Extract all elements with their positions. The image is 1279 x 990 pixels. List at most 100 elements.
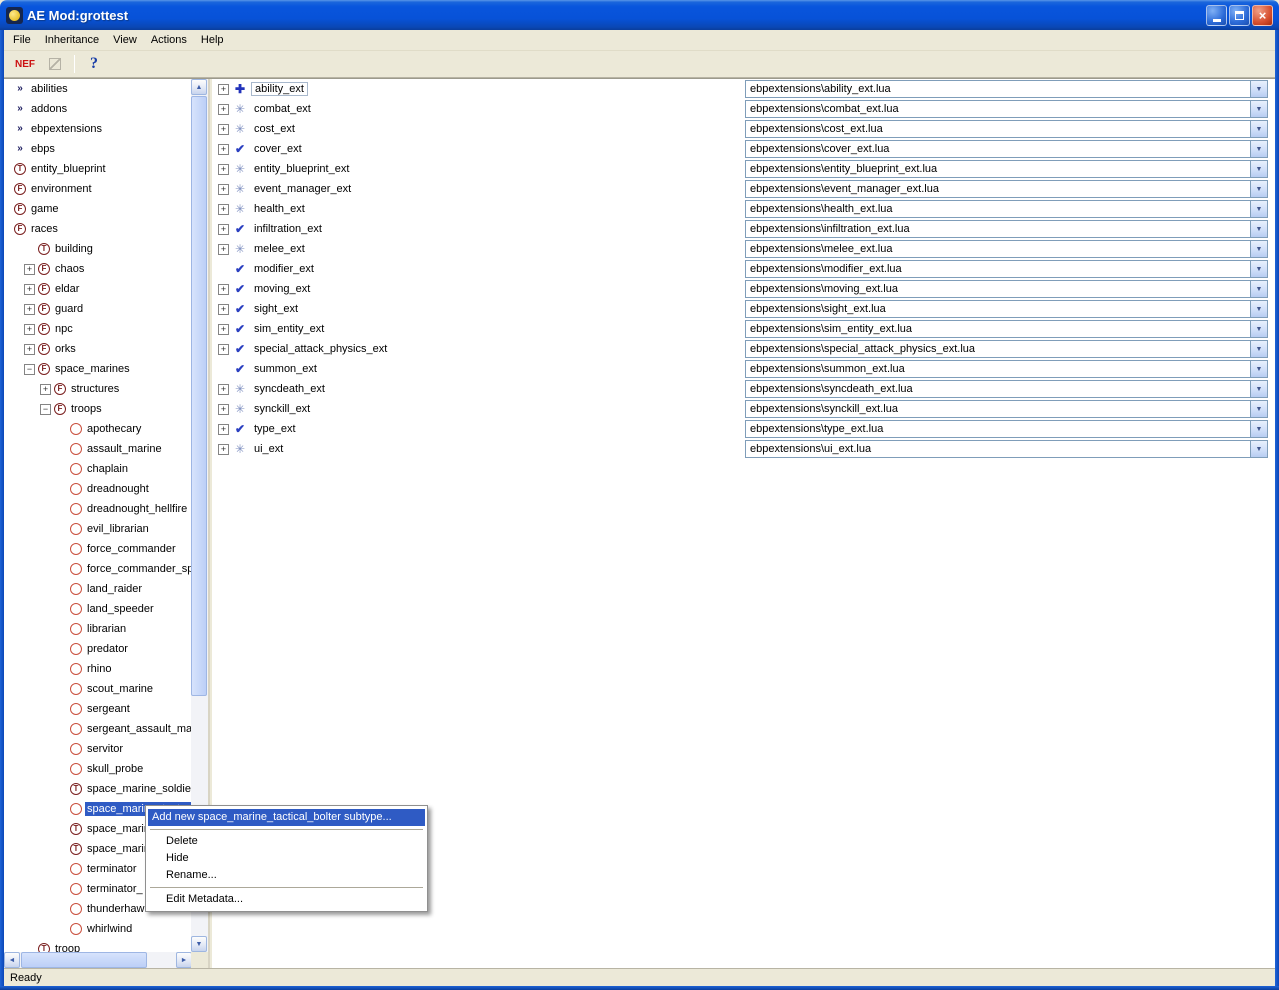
expand-toggle-icon[interactable]: + <box>218 303 229 315</box>
extension-name[interactable]: health_ext <box>251 203 308 215</box>
tree-item-predator[interactable]: predator <box>4 639 191 659</box>
tree-item-rhino[interactable]: rhino <box>4 659 191 679</box>
expand-toggle-icon[interactable]: + <box>218 223 229 235</box>
extension-name[interactable]: ability_ext <box>251 82 308 96</box>
extension-file-combo[interactable]: ebpextensions\modifier_ext.lua ▼ <box>745 260 1268 278</box>
tree-item-races[interactable]: Fraces <box>4 219 191 239</box>
tree-item-environment[interactable]: Fenvironment <box>4 179 191 199</box>
extension-name[interactable]: moving_ext <box>251 283 313 295</box>
tree-item-apothecary[interactable]: apothecary <box>4 419 191 439</box>
menu-view[interactable]: View <box>106 30 144 50</box>
extension-name[interactable]: cost_ext <box>251 123 298 135</box>
expand-toggle-icon[interactable]: + <box>218 423 229 435</box>
expand-toggle-icon[interactable]: + <box>24 343 35 355</box>
tree-item-land-raider[interactable]: land_raider <box>4 579 191 599</box>
expand-toggle-icon[interactable]: + <box>218 163 229 175</box>
extension-file-combo[interactable]: ebpextensions\entity_blueprint_ext.lua ▼ <box>745 160 1268 178</box>
expand-toggle-icon[interactable]: + <box>40 383 51 395</box>
chevron-down-icon[interactable]: ▼ <box>1250 101 1267 117</box>
maximize-button[interactable] <box>1229 4 1250 26</box>
tree-item-npc[interactable]: + Fnpc <box>4 319 191 339</box>
vertical-scroll-thumb[interactable] <box>191 96 207 696</box>
extension-name[interactable]: syncdeath_ext <box>251 383 328 395</box>
extension-file-combo[interactable]: ebpextensions\special_attack_physics_ext… <box>745 340 1268 358</box>
expand-toggle-icon[interactable]: + <box>24 323 35 335</box>
title-bar[interactable]: AE Mod:grottest × <box>0 0 1279 30</box>
tree-item-space-marines[interactable]: − Fspace_marines <box>4 359 191 379</box>
expand-toggle-icon[interactable]: + <box>218 143 229 155</box>
extension-file-combo[interactable]: ebpextensions\sight_ext.lua ▼ <box>745 300 1268 318</box>
expand-toggle-icon[interactable]: + <box>218 183 229 195</box>
tree-item-entity-blueprint[interactable]: Tentity_blueprint <box>4 159 191 179</box>
extension-name[interactable]: entity_blueprint_ext <box>251 163 352 175</box>
tree-item-orks[interactable]: + Forks <box>4 339 191 359</box>
context-menu-item-add-new-space-marine-tactical-bolter-sub[interactable]: Add new space_marine_tactical_bolter sub… <box>148 809 425 826</box>
chevron-down-icon[interactable]: ▼ <box>1250 201 1267 217</box>
extension-name[interactable]: modifier_ext <box>251 263 317 275</box>
expand-toggle-icon[interactable]: + <box>218 343 229 355</box>
chevron-down-icon[interactable]: ▼ <box>1250 401 1267 417</box>
expand-toggle-icon[interactable]: + <box>218 203 229 215</box>
chevron-down-icon[interactable]: ▼ <box>1250 341 1267 357</box>
chevron-down-icon[interactable]: ▼ <box>1250 81 1267 97</box>
expand-toggle-icon[interactable]: + <box>218 323 229 335</box>
tree-item-evil-librarian[interactable]: evil_librarian <box>4 519 191 539</box>
extension-file-combo[interactable]: ebpextensions\melee_ext.lua ▼ <box>745 240 1268 258</box>
tree-item-ebps[interactable]: » ebps <box>4 139 191 159</box>
expand-toggle-icon[interactable]: + <box>218 383 229 395</box>
expand-toggle-icon[interactable]: + <box>218 283 229 295</box>
context-menu-item-delete[interactable]: Delete <box>148 833 425 850</box>
menu-help[interactable]: Help <box>194 30 231 50</box>
tree-item-troops[interactable]: − Ftroops <box>4 399 191 419</box>
chevron-down-icon[interactable]: ▼ <box>1250 141 1267 157</box>
chevron-down-icon[interactable]: ▼ <box>1250 181 1267 197</box>
tree-item-land-speeder[interactable]: land_speeder <box>4 599 191 619</box>
tree-item-dreadnought-hellfire[interactable]: dreadnought_hellfire <box>4 499 191 519</box>
extension-file-combo[interactable]: ebpextensions\syncdeath_ext.lua ▼ <box>745 380 1268 398</box>
expand-toggle-icon[interactable]: + <box>218 243 229 255</box>
scroll-right-icon[interactable]: ► <box>176 952 192 968</box>
tree-horizontal-scrollbar[interactable]: ◄ ► <box>4 952 192 968</box>
extension-name[interactable]: summon_ext <box>251 363 320 375</box>
extension-name[interactable]: cover_ext <box>251 143 305 155</box>
menu-actions[interactable]: Actions <box>144 30 194 50</box>
tree-item-ebpextensions[interactable]: » ebpextensions <box>4 119 191 139</box>
tree-item-chaos[interactable]: + Fchaos <box>4 259 191 279</box>
extension-name[interactable]: sight_ext <box>251 303 301 315</box>
expand-toggle-icon[interactable]: + <box>218 123 229 135</box>
horizontal-scroll-thumb[interactable] <box>21 952 147 968</box>
tree-item-scout-marine[interactable]: scout_marine <box>4 679 191 699</box>
chevron-down-icon[interactable]: ▼ <box>1250 221 1267 237</box>
expand-toggle-icon[interactable]: + <box>24 283 35 295</box>
tree-item-abilities[interactable]: » abilities <box>4 79 191 99</box>
context-menu-item-hide[interactable]: Hide <box>148 850 425 867</box>
extension-name[interactable]: combat_ext <box>251 103 314 115</box>
extension-name[interactable]: event_manager_ext <box>251 183 354 195</box>
close-button[interactable]: × <box>1252 4 1273 26</box>
tree-item-skull-probe[interactable]: skull_probe <box>4 759 191 779</box>
chevron-down-icon[interactable]: ▼ <box>1250 381 1267 397</box>
menu-file[interactable]: File <box>6 30 38 50</box>
extension-file-combo[interactable]: ebpextensions\sim_entity_ext.lua ▼ <box>745 320 1268 338</box>
extension-file-combo[interactable]: ebpextensions\type_ext.lua ▼ <box>745 420 1268 438</box>
extension-file-combo[interactable]: ebpextensions\cover_ext.lua ▼ <box>745 140 1268 158</box>
chevron-down-icon[interactable]: ▼ <box>1250 361 1267 377</box>
chevron-down-icon[interactable]: ▼ <box>1250 261 1267 277</box>
tree-item-game[interactable]: Fgame <box>4 199 191 219</box>
extension-file-combo[interactable]: ebpextensions\ability_ext.lua ▼ <box>745 80 1268 98</box>
tree-item-servitor[interactable]: servitor <box>4 739 191 759</box>
extension-file-combo[interactable]: ebpextensions\infiltration_ext.lua ▼ <box>745 220 1268 238</box>
tree-item-space-marine-soldier[interactable]: Tspace_marine_soldier <box>4 779 191 799</box>
expand-toggle-icon[interactable]: + <box>218 403 229 415</box>
minimize-button[interactable] <box>1206 4 1227 26</box>
chevron-down-icon[interactable]: ▼ <box>1250 281 1267 297</box>
expand-toggle-icon[interactable]: − <box>40 403 51 415</box>
tree-item-eldar[interactable]: + Feldar <box>4 279 191 299</box>
extension-file-combo[interactable]: ebpextensions\moving_ext.lua ▼ <box>745 280 1268 298</box>
tree-item-structures[interactable]: + Fstructures <box>4 379 191 399</box>
chevron-down-icon[interactable]: ▼ <box>1250 241 1267 257</box>
expand-toggle-icon[interactable]: + <box>218 103 229 115</box>
menu-inheritance[interactable]: Inheritance <box>38 30 106 50</box>
tree-item-assault-marine[interactable]: assault_marine <box>4 439 191 459</box>
chevron-down-icon[interactable]: ▼ <box>1250 301 1267 317</box>
